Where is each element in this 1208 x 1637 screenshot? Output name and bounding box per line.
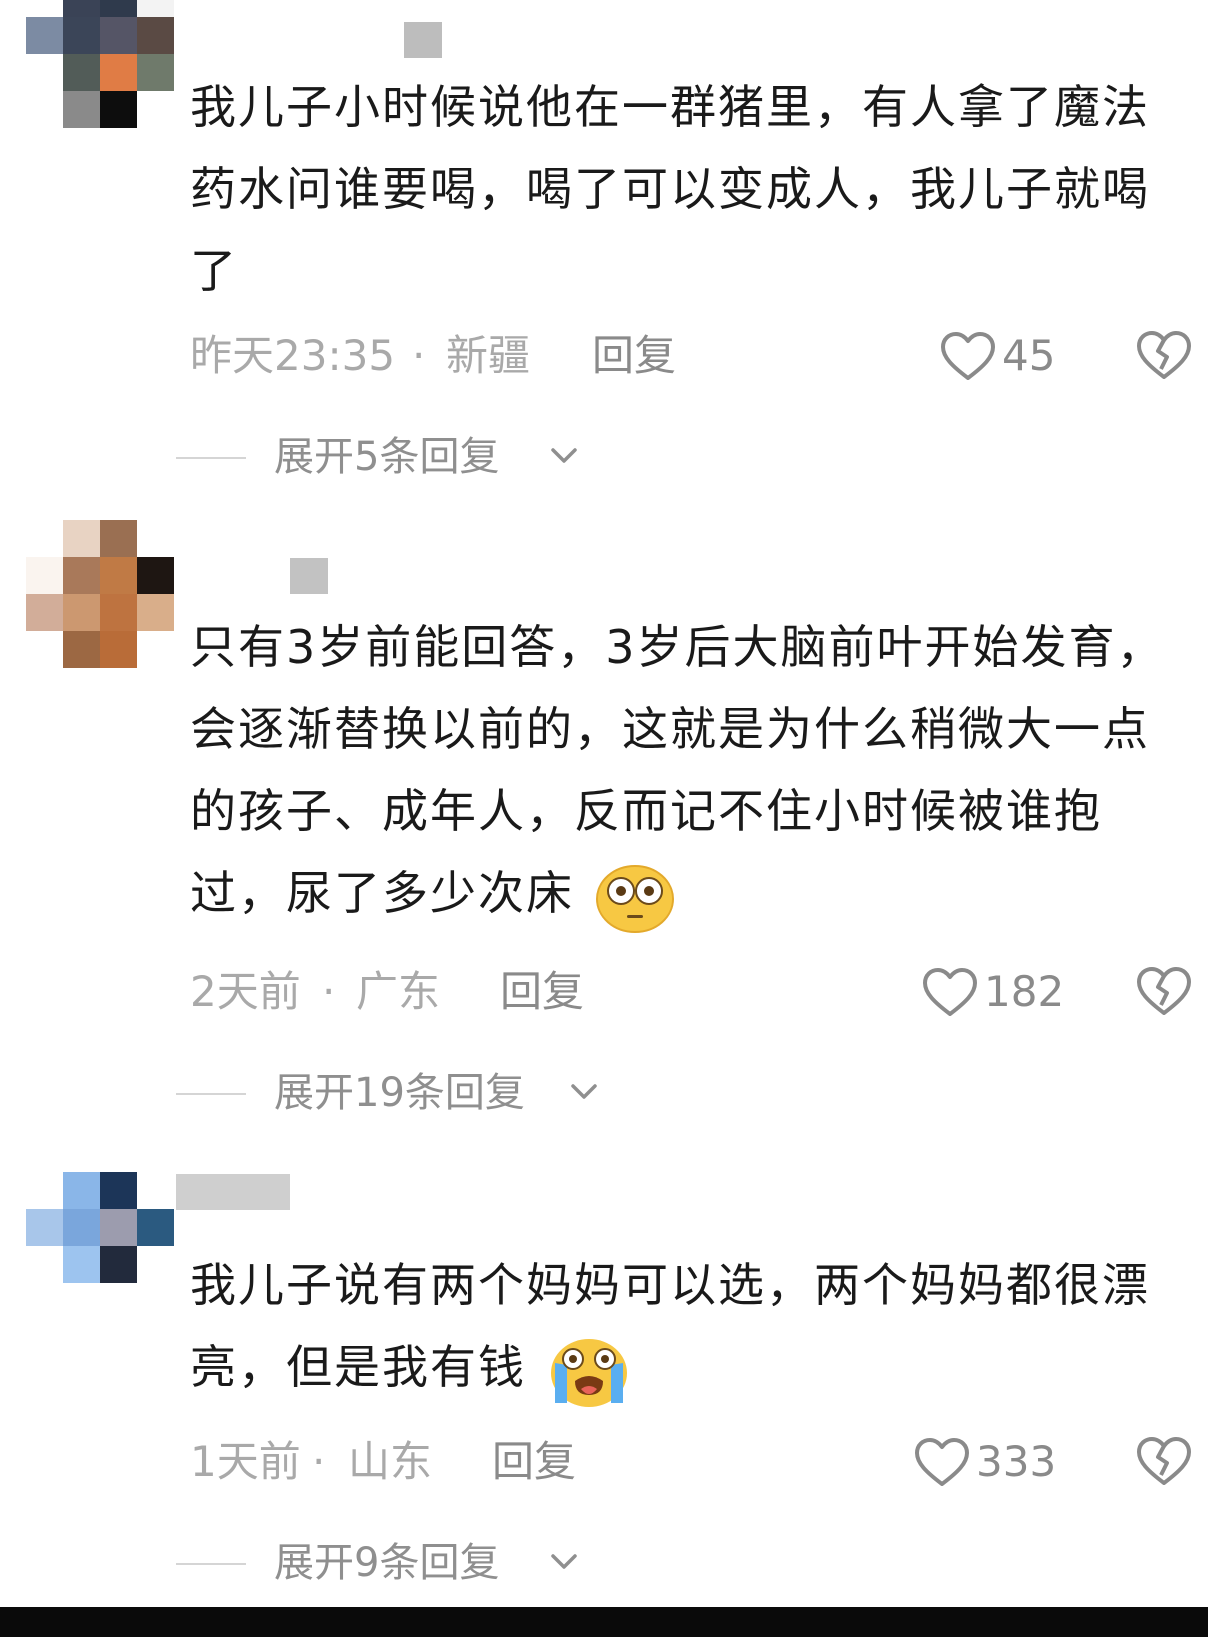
broken-heart-icon[interactable] [1136, 1435, 1192, 1489]
chevron-down-icon [551, 1554, 577, 1569]
loudly-crying-face-emoji [550, 1338, 627, 1407]
comment-location: 山东 [348, 1437, 433, 1486]
like-button[interactable]: 333 [914, 1432, 1094, 1492]
comment-item: 我儿子说有两个妈妈可以选，两个妈妈都很漂亮，但是我有钱 1天前 · 山东 回复 … [0, 0, 1208, 1600]
like-count: 333 [976, 1437, 1057, 1486]
reply-button[interactable]: 回复 [492, 1432, 576, 1492]
divider-line [176, 1563, 246, 1565]
comment-text: 我儿子说有两个妈妈可以选，两个妈妈都很漂亮，但是我有钱 [190, 1244, 1170, 1409]
bottom-bar [0, 1607, 1208, 1637]
comment-text-body: 我儿子说有两个妈妈可以选，两个妈妈都很漂亮，但是我有钱 [190, 1258, 1150, 1394]
avatar[interactable] [26, 1172, 174, 1320]
heart-outline-icon [915, 1438, 969, 1486]
meta-separator: · [312, 1437, 326, 1486]
expand-replies-label: 展开9条回复 [274, 1540, 500, 1586]
expand-replies-button[interactable]: 展开9条回复 [176, 1538, 596, 1588]
comment-time: 1天前 [190, 1437, 301, 1486]
username-mask[interactable] [176, 1174, 290, 1210]
